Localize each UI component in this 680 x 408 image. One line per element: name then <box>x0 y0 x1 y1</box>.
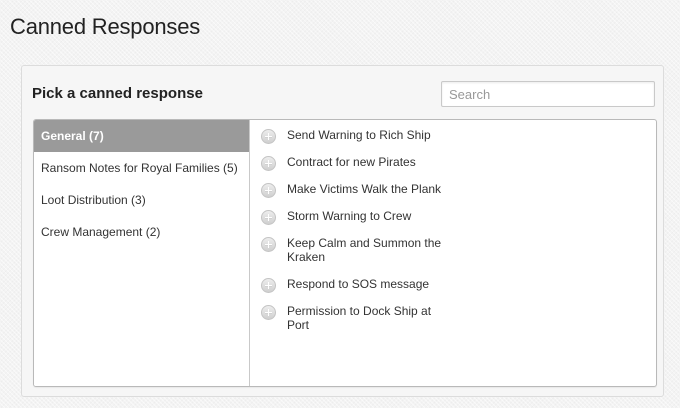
plus-circle-icon[interactable] <box>261 210 276 225</box>
response-picker: General (7) Ransom Notes for Royal Famil… <box>33 119 657 387</box>
search-input[interactable] <box>441 81 655 107</box>
plus-circle-icon[interactable] <box>261 237 276 252</box>
page-title: Canned Responses <box>10 14 201 39</box>
response-item[interactable]: Respond to SOS message <box>250 277 656 293</box>
plus-circle-icon[interactable] <box>261 305 276 320</box>
response-label: Send Warning to Rich Ship <box>287 128 431 142</box>
plus-circle-icon[interactable] <box>261 156 276 171</box>
response-list: Send Warning to Rich Ship Contract for n… <box>250 120 656 386</box>
canned-response-panel: Pick a canned response General (7) Ranso… <box>21 65 664 397</box>
category-item-general[interactable]: General (7) <box>34 120 249 152</box>
category-item-crew-management[interactable]: Crew Management (2) <box>34 216 249 248</box>
response-item[interactable]: Permission to Dock Ship at Port <box>250 304 656 332</box>
response-label: Make Victims Walk the Plank <box>287 182 442 196</box>
response-item[interactable]: Make Victims Walk the Plank <box>250 182 656 198</box>
panel-title: Pick a canned response <box>32 85 203 102</box>
response-label: Storm Warning to Crew <box>287 209 412 223</box>
plus-circle-icon[interactable] <box>261 183 276 198</box>
response-item[interactable]: Keep Calm and Summon the Kraken <box>250 236 656 264</box>
category-item-loot-distribution[interactable]: Loot Distribution (3) <box>34 184 249 216</box>
category-item-ransom-notes[interactable]: Ransom Notes for Royal Families (5) <box>34 152 249 184</box>
response-label: Keep Calm and Summon the Kraken <box>287 236 442 264</box>
response-label: Contract for new Pirates <box>287 155 416 169</box>
response-label: Permission to Dock Ship at Port <box>287 304 432 332</box>
plus-circle-icon[interactable] <box>261 278 276 293</box>
response-item[interactable]: Storm Warning to Crew <box>250 209 656 225</box>
response-label: Respond to SOS message <box>287 277 430 291</box>
response-item[interactable]: Contract for new Pirates <box>250 155 656 171</box>
plus-circle-icon[interactable] <box>261 129 276 144</box>
response-item[interactable]: Send Warning to Rich Ship <box>250 128 656 144</box>
category-list: General (7) Ransom Notes for Royal Famil… <box>34 120 250 386</box>
